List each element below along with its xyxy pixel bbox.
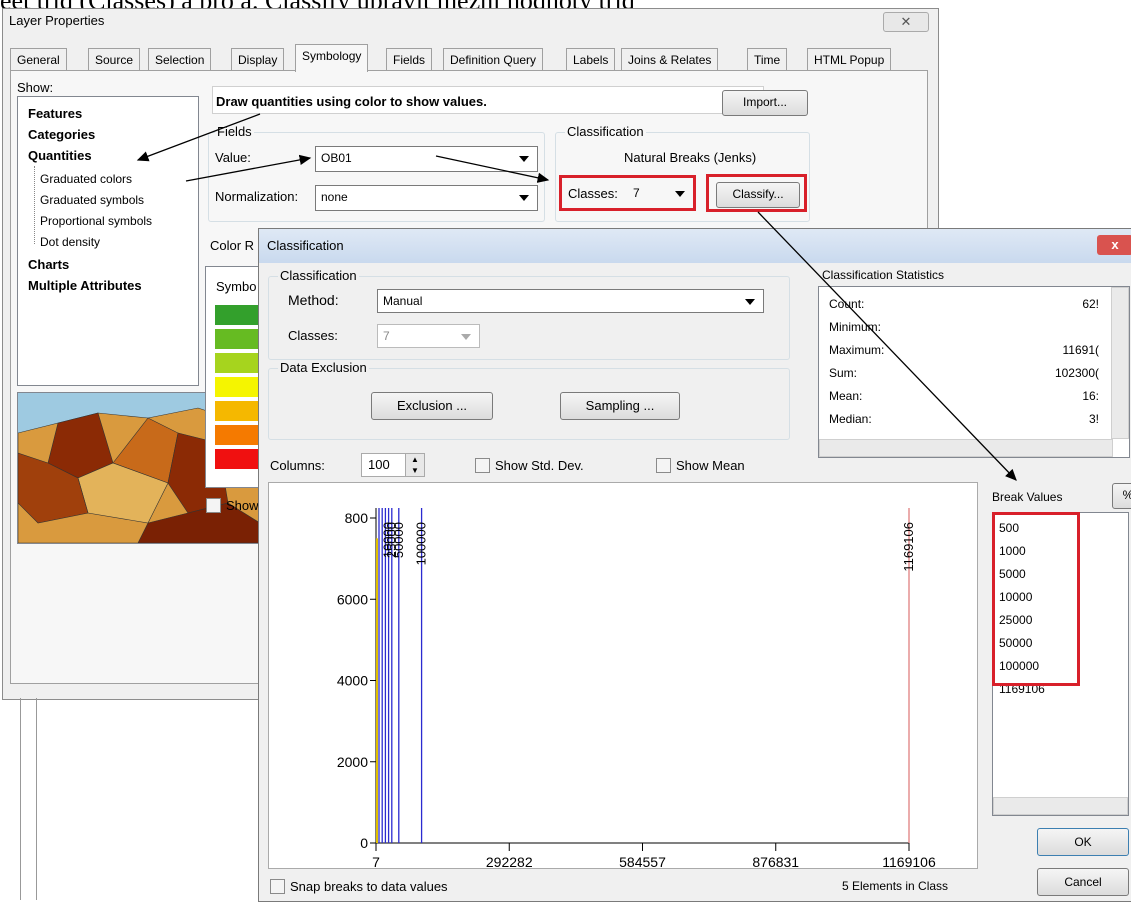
arrow [185, 154, 312, 182]
arrow [757, 211, 1017, 481]
arrow [136, 113, 261, 162]
annotation-arrows [136, 113, 1017, 481]
tab-symbology[interactable]: Symbology [295, 44, 369, 72]
arrow [435, 155, 550, 183]
